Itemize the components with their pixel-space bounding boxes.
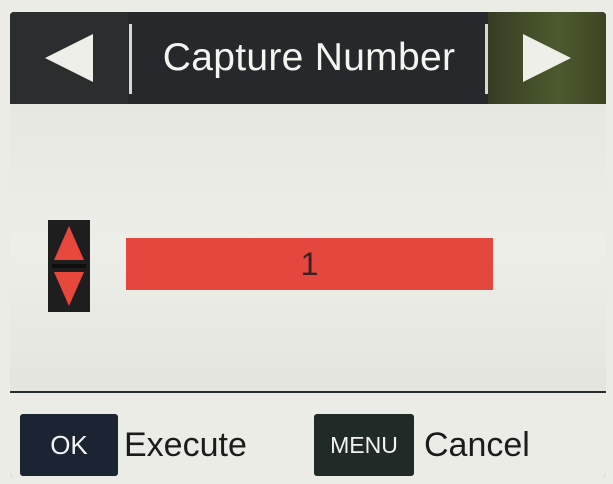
- page-title: Capture Number: [162, 36, 456, 79]
- next-button[interactable]: [488, 12, 606, 104]
- menu-button[interactable]: MENU: [314, 414, 414, 476]
- lcd-screen: Capture Number 1 OK Execute MENU Cancel: [10, 12, 606, 477]
- menu-action-label: Cancel: [424, 425, 530, 464]
- triangle-left-icon: [45, 34, 93, 82]
- capture-number-value[interactable]: 1: [126, 238, 493, 290]
- header-divider-left: [129, 24, 132, 94]
- device-bezel: Capture Number 1 OK Execute MENU Cancel: [0, 0, 613, 484]
- up-down-arrows-icon: [52, 226, 86, 306]
- ok-action-label: Execute: [124, 425, 247, 464]
- triangle-right-icon: [523, 34, 571, 82]
- value-spinner[interactable]: [48, 220, 90, 312]
- previous-button[interactable]: [10, 12, 128, 104]
- footer-bar: OK Execute MENU Cancel: [10, 391, 606, 477]
- ok-button[interactable]: OK: [20, 414, 118, 476]
- header-bar: Capture Number: [10, 12, 606, 104]
- content-area: 1: [10, 104, 606, 391]
